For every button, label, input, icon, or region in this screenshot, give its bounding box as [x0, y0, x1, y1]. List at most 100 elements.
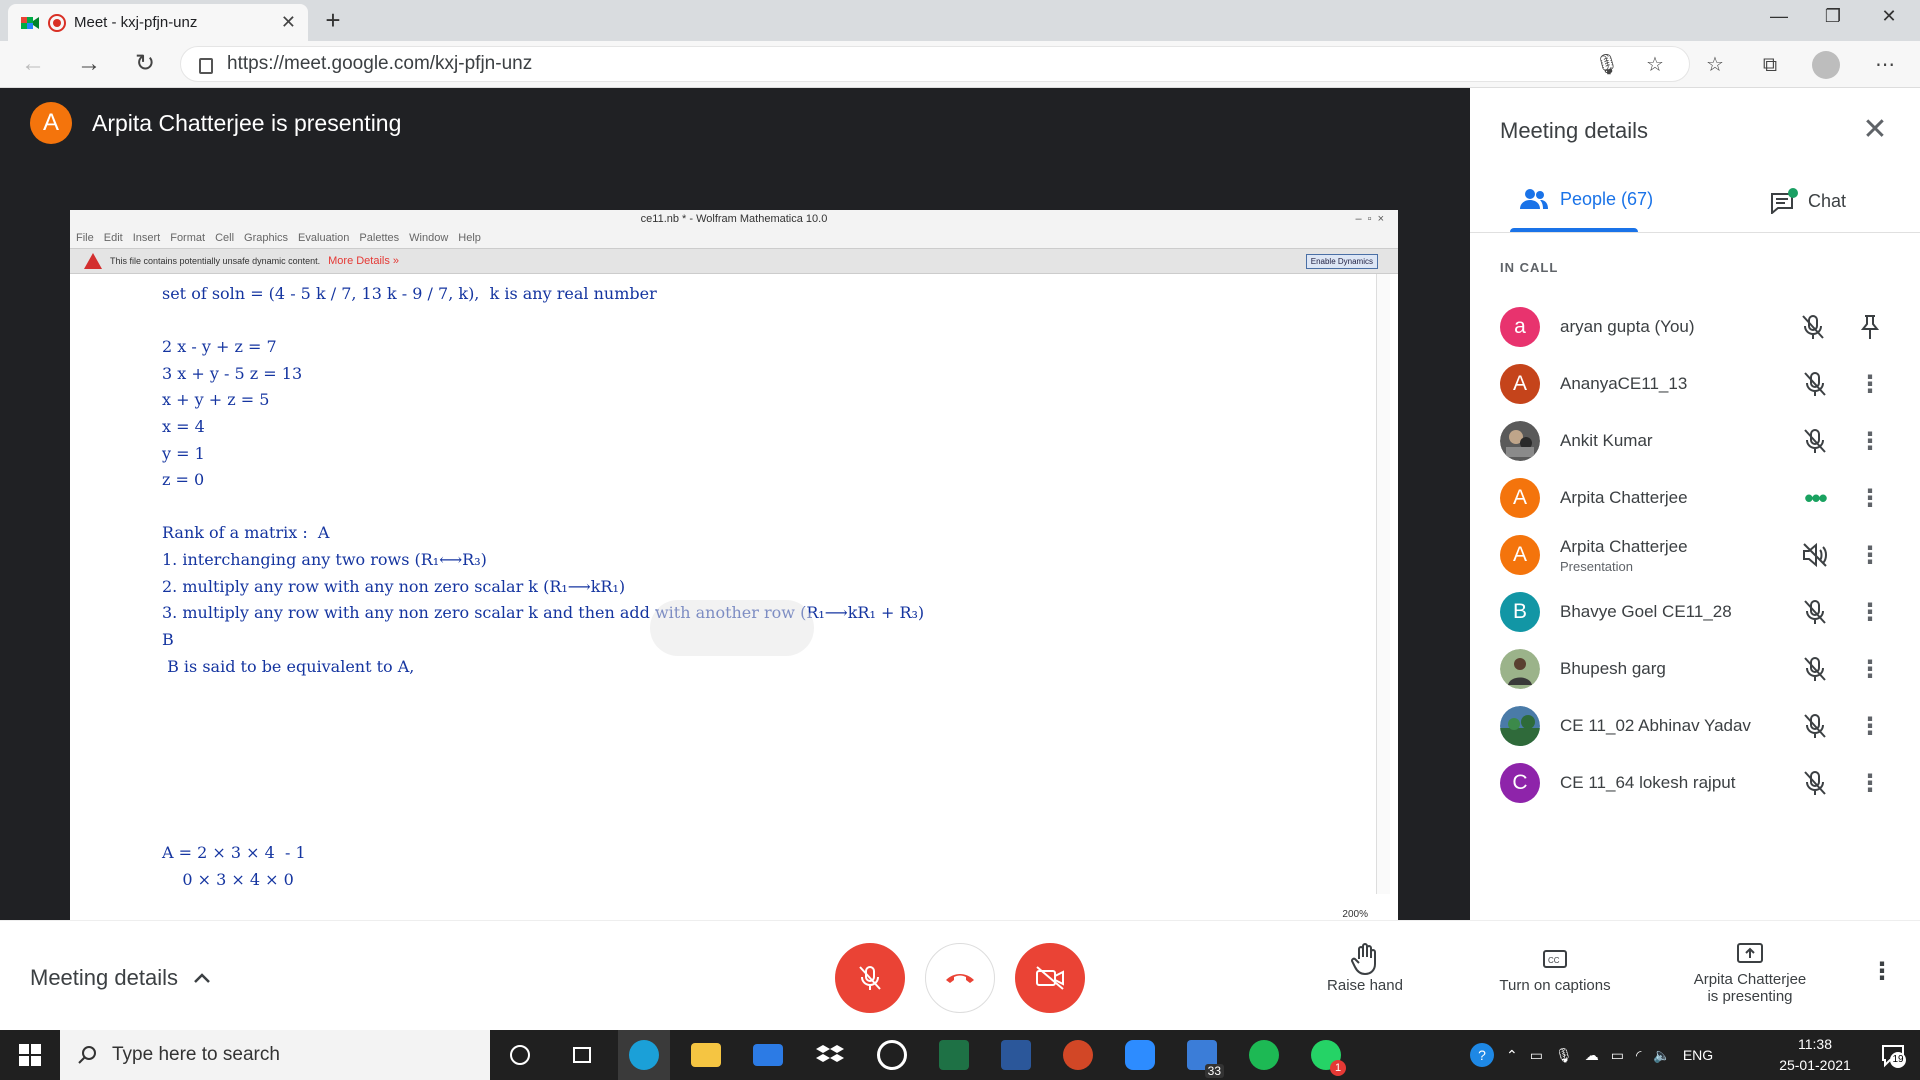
forward-icon[interactable]: → — [72, 48, 106, 82]
participant-row[interactable]: A AnanyaCE11_13 ⋮ — [1500, 356, 1900, 412]
back-icon[interactable]: ← — [16, 48, 50, 82]
cloud-icon[interactable]: ☁ — [1585, 1047, 1599, 1064]
cortana-icon[interactable] — [494, 1030, 546, 1080]
notification-badge: 1 — [1330, 1060, 1346, 1076]
notebook-line: z = 0 — [162, 470, 205, 489]
powerpoint-icon[interactable] — [1052, 1030, 1104, 1080]
wifi-icon[interactable]: ◜ — [1636, 1047, 1641, 1064]
settings-more-icon[interactable]: ⋯ — [1870, 50, 1900, 80]
microphone-icon[interactable]: 🎙 — [1592, 50, 1622, 80]
favorite-add-icon[interactable]: ☆ — [1640, 50, 1670, 80]
participant-row[interactable]: Ankit Kumar ⋮ — [1500, 413, 1900, 469]
menu-item: Palettes — [359, 232, 400, 244]
word-icon[interactable] — [990, 1030, 1042, 1080]
tab-chat-label: Chat — [1808, 190, 1847, 211]
presenting-button[interactable]: Arpita Chatterjee is presenting — [1650, 935, 1850, 1005]
task-view-icon[interactable] — [556, 1030, 608, 1080]
raise-hand-button[interactable]: Raise hand — [1310, 941, 1420, 994]
minimize-button[interactable]: — — [1756, 6, 1802, 27]
participant-subtitle: Presentation — [1560, 558, 1633, 574]
volume-icon[interactable]: 🔈 — [1653, 1047, 1670, 1064]
participant-name: CE 11_02 Abhinav Yadav — [1560, 716, 1751, 735]
zoom-icon[interactable] — [1114, 1030, 1166, 1080]
mic-off-icon — [1804, 714, 1826, 738]
avatar: A — [1500, 364, 1540, 404]
language-indicator[interactable]: ENG — [1683, 1047, 1713, 1063]
calendar-app-icon[interactable]: 33 — [1176, 1030, 1228, 1080]
file-explorer-icon[interactable] — [680, 1030, 732, 1080]
battery-icon[interactable]: ▭ — [1611, 1047, 1624, 1064]
network-icon[interactable]: ▭ — [1530, 1047, 1543, 1064]
meeting-details-button[interactable]: Meeting details — [30, 965, 212, 991]
recording-icon — [48, 13, 66, 32]
more-options-icon[interactable]: ⋮ — [1858, 597, 1882, 627]
browser-tab[interactable]: Meet - kxj-pfjn-unz ✕ — [8, 4, 308, 41]
new-tab-button[interactable]: + — [318, 6, 348, 36]
participant-row[interactable]: C CE 11_64 lokesh rajput ⋮ — [1500, 755, 1900, 811]
microphone-icon[interactable]: 🎙 — [1555, 1047, 1573, 1064]
whatsapp-icon[interactable]: 1 — [1300, 1030, 1352, 1080]
excel-icon[interactable] — [928, 1030, 980, 1080]
shared-screen[interactable]: ce11.nb * - Wolfram Mathematica 10.0 –▫×… — [70, 210, 1398, 922]
captions-button[interactable]: CC Turn on captions — [1480, 941, 1630, 994]
more-options-icon[interactable]: ⋮ — [1858, 369, 1882, 399]
tab-people-label: People (67) — [1560, 188, 1654, 209]
more-options-icon[interactable]: ⋮ — [1858, 483, 1882, 513]
tab-chat[interactable]: Chat — [1770, 188, 1846, 214]
leave-call-button[interactable] — [925, 943, 995, 1013]
participant-row[interactable]: A Arpita Chatterjee Presentation ⋮ — [1500, 527, 1900, 583]
more-options-icon[interactable]: ⋮ — [1858, 426, 1882, 456]
dropbox-icon[interactable] — [804, 1030, 856, 1080]
mathematica-menu: File Edit Insert Format Cell Graphics Ev… — [70, 228, 1398, 248]
tab-close-icon[interactable]: ✕ — [281, 12, 296, 33]
participant-row[interactable]: Bhupesh garg ⋮ — [1500, 641, 1900, 697]
avatar: A — [1500, 535, 1540, 575]
notebook-line: y = 1 — [162, 444, 205, 463]
ubuntu-icon[interactable] — [866, 1030, 918, 1080]
system-tray: ? ⌃ ▭ 🎙 ☁ ▭ ◜ 🔈 ENG — [1470, 1030, 1713, 1080]
maximize-button[interactable]: ❐ — [1810, 6, 1856, 27]
taskbar-search[interactable]: Type here to search — [60, 1030, 490, 1080]
panel-title: Meeting details — [1500, 118, 1648, 143]
help-icon[interactable]: ? — [1470, 1043, 1494, 1067]
mic-off-icon — [859, 966, 881, 990]
spotify-icon[interactable] — [1238, 1030, 1290, 1080]
participant-row[interactable]: A Arpita Chatterjee ••• ⋮ — [1500, 470, 1900, 526]
more-options-icon[interactable]: ⋮ — [1870, 957, 1894, 986]
window-close-button[interactable]: ✕ — [1866, 6, 1912, 27]
pin-icon[interactable] — [1858, 313, 1882, 341]
windows-logo-icon — [19, 1044, 41, 1066]
meeting-details-panel: Meeting details ✕ People (67) Chat IN CA… — [1470, 88, 1920, 920]
tab-people[interactable]: People (67) — [1510, 188, 1654, 232]
more-options-icon[interactable]: ⋮ — [1858, 654, 1882, 684]
more-options-icon[interactable]: ⋮ — [1858, 768, 1882, 798]
participant-row[interactable]: B Bhavye Goel CE11_28 ⋮ — [1500, 584, 1900, 640]
participant-row[interactable]: CE 11_02 Abhinav Yadav ⋮ — [1500, 698, 1900, 754]
favorites-icon[interactable]: ☆ — [1700, 50, 1730, 80]
mail-icon[interactable] — [742, 1030, 794, 1080]
profile-avatar[interactable] — [1812, 51, 1840, 79]
participant-row[interactable]: a aryan gupta (You) — [1500, 299, 1900, 355]
meeting-controls-bar: Meeting details Raise hand CC Turn on ca… — [0, 920, 1920, 1030]
presenter-bar: A Arpita Chatterjee is presenting — [30, 102, 401, 144]
chevron-up-icon[interactable]: ⌃ — [1506, 1047, 1518, 1064]
action-center-icon[interactable]: 19 — [1880, 1042, 1906, 1068]
reload-icon[interactable]: ↻ — [128, 48, 162, 82]
divider — [1470, 232, 1920, 233]
system-clock[interactable]: 11:38 25-01-2021 — [1755, 1034, 1875, 1076]
more-options-icon[interactable]: ⋮ — [1858, 540, 1882, 570]
menu-item: Format — [170, 232, 206, 244]
close-panel-icon[interactable]: ✕ — [1855, 112, 1895, 147]
camera-toggle-button[interactable] — [1015, 943, 1085, 1013]
mathematica-title: ce11.nb * - Wolfram Mathematica 10.0 — [640, 213, 828, 225]
notebook-line: 2. multiply any row with any non zero sc… — [162, 577, 626, 596]
notification-badge: 33 — [1204, 1064, 1224, 1078]
start-button[interactable] — [0, 1030, 60, 1080]
address-bar[interactable]: https://meet.google.com/kxj-pfjn-unz — [180, 46, 1690, 82]
collections-icon[interactable]: ⧉ — [1755, 50, 1785, 80]
edge-icon[interactable] — [618, 1030, 670, 1080]
more-options-icon[interactable]: ⋮ — [1858, 711, 1882, 741]
mic-toggle-button[interactable] — [835, 943, 905, 1013]
notebook-content: set of soln = (4 - 5 k / 7, 13 k - 9 / 7… — [70, 274, 1398, 894]
tab-title: Meet - kxj-pfjn-unz — [74, 14, 198, 31]
